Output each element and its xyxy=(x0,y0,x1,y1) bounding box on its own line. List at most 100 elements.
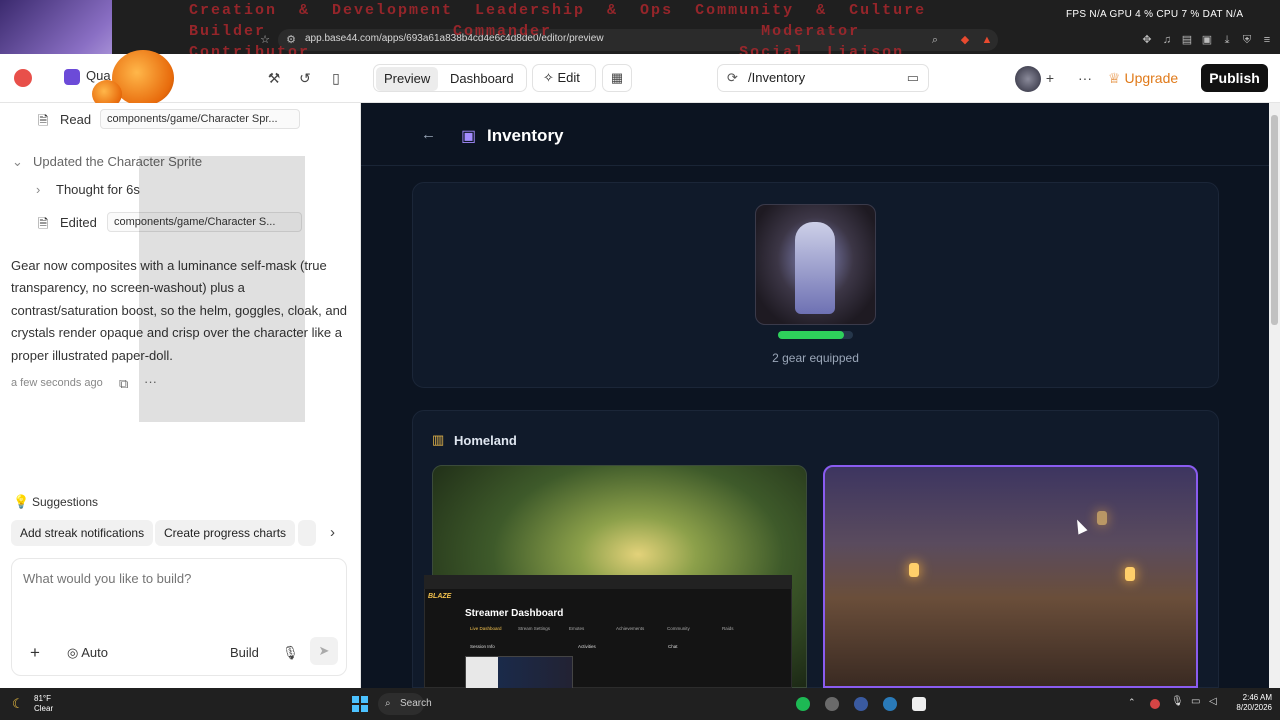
location-town-card[interactable] xyxy=(823,465,1198,688)
grid-icon: ▦ xyxy=(610,70,624,85)
backpack-icon: ▣ xyxy=(461,128,477,145)
download-app-icon[interactable] xyxy=(854,697,868,711)
copy-icon[interactable]: ⧉ xyxy=(119,376,128,392)
popup-titlebar xyxy=(424,575,792,589)
add-attachment-icon[interactable]: + xyxy=(30,643,40,663)
edit-button[interactable]: ✧ Edit xyxy=(532,64,596,92)
taskbar-search[interactable]: ⌕ Search xyxy=(378,693,432,715)
microphone-tray-icon[interactable]: 🎙 xyxy=(1171,696,1184,707)
suggestion-chip[interactable]: Create progress charts xyxy=(155,520,296,546)
message-timestamp: a few seconds ago xyxy=(11,377,103,389)
zoom-icon[interactable]: ⌕ xyxy=(928,33,942,47)
back-arrow-icon[interactable]: ← xyxy=(421,126,436,143)
tab-dashboard[interactable]: Dashboard xyxy=(442,67,522,91)
lantern-icon xyxy=(909,563,919,577)
popup-title: Streamer Dashboard xyxy=(465,608,564,619)
media-icon[interactable]: ♫ xyxy=(1160,33,1174,47)
downloads-icon[interactable]: ⤓ xyxy=(1220,33,1234,47)
popup-nav-item: Stream Settings xyxy=(518,626,551,631)
chevron-down-icon[interactable]: ⌄ xyxy=(12,154,23,170)
tray-app-icon[interactable] xyxy=(1150,699,1160,709)
selection-overlay xyxy=(139,156,305,422)
chevron-right-icon[interactable]: › xyxy=(36,182,40,197)
edit-file-icon: 🗎 xyxy=(38,216,49,231)
read-file-chip[interactable]: components/game/Character Spr... xyxy=(100,109,300,129)
chevron-right-icon[interactable]: › xyxy=(330,524,335,541)
sidebar-toggle-icon[interactable]: ▤ xyxy=(1180,33,1194,47)
edit-icon: ✧ xyxy=(543,70,558,85)
scrollbar-thumb[interactable] xyxy=(1271,115,1278,325)
extensions-icon[interactable]: ✥ xyxy=(1140,33,1154,47)
tab-preview[interactable]: Preview xyxy=(376,67,439,91)
tray-overflow-icon[interactable]: ⌃ xyxy=(1128,697,1136,708)
rewards-icon[interactable]: ▲ xyxy=(980,33,994,47)
panel-toggle-icon[interactable]: ▯ xyxy=(326,70,346,87)
health-bar-fill xyxy=(778,331,844,339)
send-icon: ➤ xyxy=(318,643,330,658)
network-icon[interactable]: ▭ xyxy=(1191,696,1200,707)
microphone-icon[interactable]: 🎙 xyxy=(282,645,299,661)
popup-nav-item: Emotes xyxy=(569,626,585,631)
route-selector[interactable]: ⟳ /Inventory ▭ xyxy=(717,64,929,92)
suggestion-chip-partial[interactable] xyxy=(298,520,316,546)
add-collaborator-icon[interactable]: + xyxy=(1040,70,1060,86)
moon-weather-icon: ☾ xyxy=(12,696,24,711)
suggestions-label: Suggestions xyxy=(32,495,99,509)
search-icon: ⌕ xyxy=(385,698,391,709)
homeland-label: Homeland xyxy=(454,433,517,448)
user-avatar[interactable] xyxy=(1015,66,1041,92)
upgrade-button[interactable]: ♕ Upgrade xyxy=(1108,70,1178,87)
map-icon: ▥ xyxy=(432,432,445,447)
popup-nav-item: Live Dashboard xyxy=(470,626,502,631)
volume-icon[interactable]: ◁ xyxy=(1209,696,1217,707)
edited-label: Edited xyxy=(60,215,97,230)
prompt-box: + ◎ Auto Build 🎙 ➤ xyxy=(11,558,347,676)
popup-logo: BLAZE xyxy=(428,593,452,600)
mode-selector[interactable]: ◎ Auto xyxy=(67,645,108,661)
read-label: Read xyxy=(60,112,92,127)
tools-icon[interactable]: ⚒ xyxy=(264,70,284,87)
popup-session: Session Info xyxy=(470,644,495,649)
popup-nav-item: Raids xyxy=(722,626,734,631)
popup-activities: Activities xyxy=(578,644,596,649)
menu-icon[interactable]: ≡ xyxy=(1260,33,1274,47)
route-text: /Inventory xyxy=(748,70,806,85)
send-button[interactable]: ➤ xyxy=(310,637,338,665)
lightbulb-icon: 💡 xyxy=(13,494,30,509)
target-icon: ◎ xyxy=(67,645,82,660)
lantern-icon xyxy=(1125,567,1135,581)
prompt-input[interactable] xyxy=(23,571,323,586)
wallet-icon[interactable]: ▣ xyxy=(1200,33,1214,47)
popup-chat: Chat xyxy=(668,644,678,649)
steam-icon[interactable] xyxy=(883,697,897,711)
more-options-icon[interactable]: ··· xyxy=(1075,70,1095,86)
device-preview-icon[interactable]: ▭ xyxy=(907,65,919,91)
weather-widget[interactable]: 81°F Clear xyxy=(34,694,53,714)
popup-nav-item: Achievements xyxy=(616,626,645,631)
gear-count: 2 gear equipped xyxy=(772,351,859,365)
performance-stats: FPS N/A GPU 4 % CPU 7 % DAT N/A xyxy=(1066,9,1244,20)
build-button[interactable]: Build xyxy=(230,645,259,660)
thought-step[interactable]: Thought for 6s xyxy=(56,182,140,197)
chrome-icon[interactable] xyxy=(825,697,839,711)
history-icon[interactable]: ↺ xyxy=(295,70,315,87)
taskbar xyxy=(0,688,1280,720)
window-light xyxy=(1097,511,1107,525)
publish-button[interactable]: Publish xyxy=(1201,64,1268,92)
vpn-icon[interactable]: ⛨ xyxy=(1240,33,1254,47)
brave-shield-icon[interactable]: ◆ xyxy=(958,33,972,47)
refresh-icon[interactable]: ⟳ xyxy=(727,65,738,91)
inventory-title: Inventory xyxy=(487,126,564,145)
view-tabs: Preview Dashboard xyxy=(373,64,527,92)
app-logo-icon[interactable] xyxy=(14,69,32,87)
discord-icon[interactable] xyxy=(912,697,926,711)
project-icon xyxy=(64,68,80,85)
spotify-icon[interactable] xyxy=(796,697,810,711)
windows-start-icon[interactable] xyxy=(352,696,368,712)
layout-grid-button[interactable]: ▦ xyxy=(602,64,632,92)
character-sprite xyxy=(795,222,835,314)
crown-icon: ♕ xyxy=(1108,70,1125,86)
suggestion-chip[interactable]: Add streak notifications xyxy=(11,520,154,546)
file-icon: 🗎 xyxy=(38,113,49,128)
system-clock[interactable]: 2:46 AM 8/20/2026 xyxy=(1228,693,1272,713)
